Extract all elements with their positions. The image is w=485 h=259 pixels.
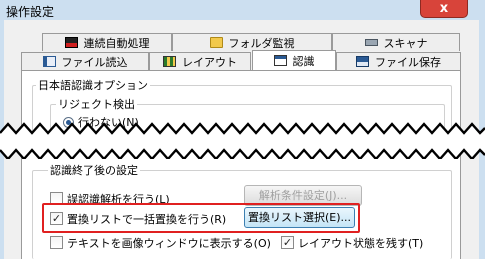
tab-file-save[interactable]: ファイル保存	[336, 52, 461, 70]
tab-label: 認識	[292, 54, 315, 68]
folder-watch-icon	[209, 37, 223, 48]
screenshot-break-zigzag	[0, 122, 485, 159]
tab-continuous-process[interactable]: 連続自動処理	[42, 33, 172, 51]
tab-label: ファイル読込	[61, 55, 128, 69]
keep-layout-checkbox[interactable]: ✓	[281, 236, 294, 249]
layout-icon	[163, 56, 176, 67]
recognition-icon	[273, 55, 287, 66]
post-settings-label: 認識終了後の設定	[48, 162, 140, 178]
file-load-icon	[42, 56, 56, 67]
scanner-icon	[364, 39, 378, 46]
highlight-box	[42, 203, 360, 233]
show-text-in-image-window-checkbox[interactable]	[50, 236, 63, 249]
window-title: 操作設定	[6, 5, 55, 19]
tab-layout[interactable]: レイアウト	[149, 52, 251, 70]
tab-label: スキャナ	[383, 36, 428, 50]
reject-label: リジェクト検出	[56, 96, 137, 112]
japanese-options-label: 日本語認識オプション	[36, 77, 150, 93]
tab-scanner[interactable]: スキャナ	[332, 33, 460, 51]
tab-label: フォルダ監視	[228, 36, 295, 50]
tab-file-load[interactable]: ファイル読込	[21, 52, 149, 70]
tab-label: 連続自動処理	[83, 36, 150, 50]
file-save-icon	[356, 56, 369, 67]
continuous-process-icon	[64, 37, 78, 48]
tab-label: レイアウト	[182, 55, 237, 69]
title-bar	[0, 0, 485, 20]
show-text-in-image-window-label[interactable]: テキストを画像ウィンドウに表示する(O)	[67, 235, 271, 251]
tab-label: ファイル保存	[375, 55, 441, 69]
close-button[interactable]: x	[420, 0, 468, 18]
tab-recognition[interactable]: 認識	[252, 50, 336, 70]
keep-layout-label[interactable]: レイアウト状態を残す(T)	[298, 235, 423, 251]
tab-folder-watch[interactable]: フォルダ監視	[172, 33, 332, 51]
